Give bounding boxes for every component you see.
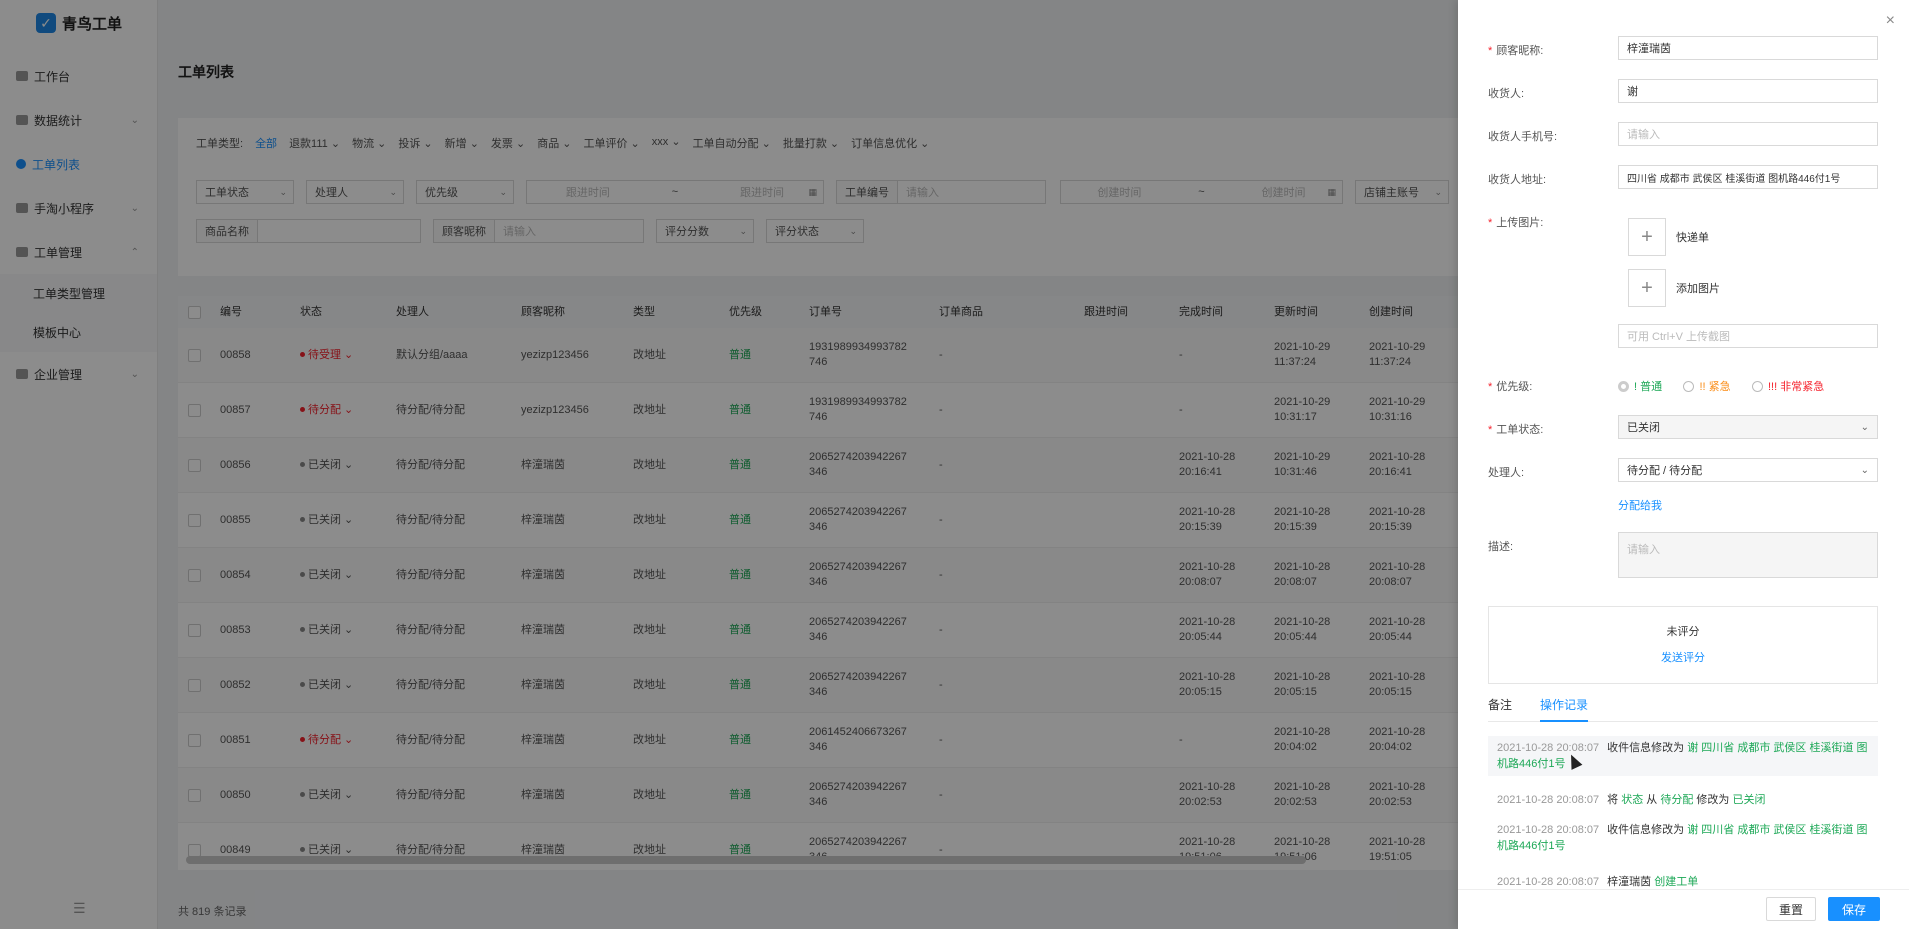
upload-label: 上传图片: [1496,217,1544,229]
address-field[interactable]: 四川省 成都市 武侯区 桂溪街道 图机路446付1号 [1618,165,1878,189]
address-row: 收货人地址: 四川省 成都市 武侯区 桂溪街道 图机路446付1号 [1488,165,1888,189]
assign-to-me-link[interactable]: 分配给我 [1618,497,1662,513]
plus-icon: + [1628,218,1666,256]
priority-label: 优先级: [1496,381,1533,393]
send-rating-link[interactable]: 发送评分 [1489,649,1877,665]
save-button[interactable]: 保存 [1828,897,1880,921]
customer-row: * 顾客昵称: 梓潼瑞茵 [1488,36,1888,60]
log-entry: 2021-10-28 20:08:07 将 状态 从 待分配 修改为 已关闭 [1497,794,1766,806]
plus-icon: + [1628,269,1666,307]
phone-label: 收货人手机号: [1488,131,1558,143]
rating-status: 未评分 [1666,626,1700,638]
drawer-footer: 重置 保存 [1458,889,1909,929]
chevron-down-icon: ⌄ [1860,421,1869,433]
priority-row: * 优先级: ! 普通 !! 紧急 !!! 非常紧急 [1488,372,1888,395]
tab-operation-log[interactable]: 操作记录 [1540,694,1589,722]
reset-button[interactable]: 重置 [1766,897,1817,921]
rating-box: 未评分 发送评分 [1488,606,1878,684]
handler-label: 处理人: [1488,467,1525,479]
upload-image-button[interactable]: + 添加图片 [1628,269,1720,307]
upload-express-button[interactable]: + 快递单 [1628,218,1709,256]
status-row: * 工单状态: 已关闭 ⌄ [1488,415,1888,439]
customer-field[interactable]: 梓潼瑞茵 [1618,36,1878,60]
priority-critical-radio[interactable]: !!! 非常紧急 [1751,378,1824,394]
ticket-detail-drawer: × * 顾客昵称: 梓潼瑞茵 收货人: 谢 收货人手机号: 请输入 收货人地址: … [1458,0,1909,929]
receiver-field[interactable]: 谢 [1618,79,1878,103]
receiver-label: 收货人: [1488,88,1525,100]
modal-mask[interactable] [0,0,1458,929]
priority-urgent-radio[interactable]: !! 紧急 [1683,378,1731,394]
handler-select[interactable]: 待分配 / 待分配 ⌄ [1618,458,1878,482]
log-entry: 2021-10-28 20:08:07 收件信息修改为 谢 四川省 成都市 武侯区… [1488,736,1878,776]
status-select[interactable]: 已关闭 ⌄ [1618,415,1878,439]
handler-row: 处理人: 待分配 / 待分配 ⌄ [1488,458,1888,482]
log-entry: 2021-10-28 20:08:07 收件信息修改为 谢 四川省 成都市 武侯区… [1497,824,1868,852]
drawer-tabs: 备注 操作记录 [1488,694,1878,722]
customer-label: 顾客昵称: [1496,45,1544,57]
desc-label: 描述: [1488,541,1514,553]
phone-row: 收货人手机号: 请输入 [1488,122,1888,146]
desc-textarea[interactable]: 请输入 [1618,532,1878,578]
address-label: 收货人地址: [1488,174,1547,186]
paste-screenshot-field[interactable]: 可用 Ctrl+V 上传截图 [1618,324,1878,348]
desc-row: 描述: 请输入 [1488,532,1888,578]
tab-notes[interactable]: 备注 [1488,694,1512,722]
chevron-down-icon: ⌄ [1860,464,1869,476]
phone-field[interactable]: 请输入 [1618,122,1878,146]
receiver-row: 收货人: 谢 [1488,79,1888,103]
status-label: 工单状态: [1496,424,1544,436]
priority-normal-radio[interactable]: ! 普通 [1618,378,1662,394]
close-icon[interactable]: × [1886,12,1895,30]
